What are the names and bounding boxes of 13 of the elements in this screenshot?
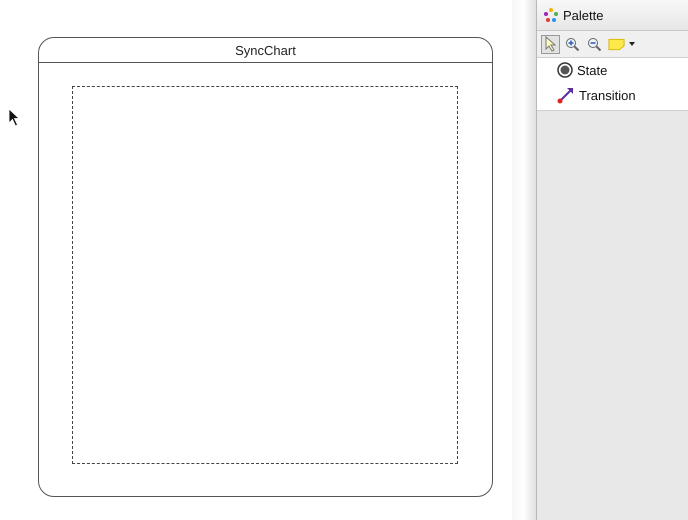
state-title: SyncChart: [39, 38, 492, 63]
palette-entry[interactable]: Transition: [579, 88, 636, 102]
arrow-icon: [544, 36, 556, 52]
zoom-out-icon: [587, 36, 602, 52]
transition-icon: [557, 86, 575, 104]
palette-icon: [543, 7, 559, 23]
tool-button[interactable]: [541, 34, 560, 54]
palette-entry[interactable]: State: [577, 62, 608, 78]
zoom-in-icon: [565, 36, 580, 52]
palette-title: Palette: [563, 8, 604, 22]
note-icon: [608, 38, 625, 50]
state-icon: [557, 62, 573, 78]
dropdown-caret-icon[interactable]: [629, 42, 635, 46]
